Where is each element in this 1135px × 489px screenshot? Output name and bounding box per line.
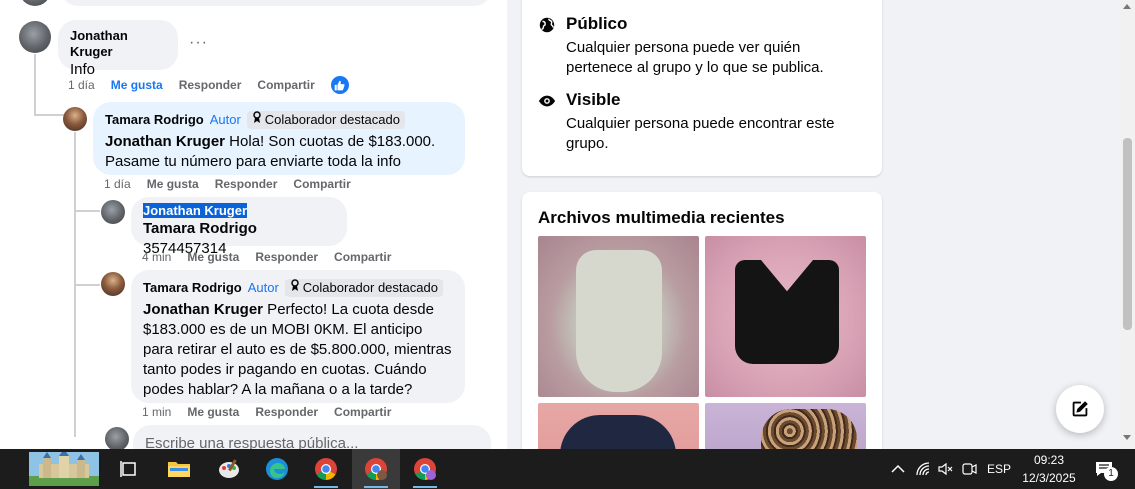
input-language[interactable]: ESP xyxy=(984,449,1014,489)
like-button[interactable]: Me gusta xyxy=(187,405,239,419)
comment-time[interactable]: 1 día xyxy=(68,78,95,92)
like-button[interactable]: Me gusta xyxy=(147,177,199,191)
award-icon xyxy=(290,279,300,297)
reply-input[interactable]: Escribe una respuesta pública... xyxy=(133,425,491,449)
reply-button[interactable]: Responder xyxy=(255,250,318,264)
avatar[interactable] xyxy=(101,272,125,296)
scroll-down-icon[interactable] xyxy=(1123,435,1131,440)
clock-time: 09:23 xyxy=(1033,453,1065,467)
media-thumbnail[interactable] xyxy=(538,236,699,397)
comment-actions: 4 min Me gusta Responder Compartir xyxy=(142,250,391,264)
thread-line-curve xyxy=(74,284,100,286)
author-tag: Autor xyxy=(247,280,279,295)
group-about-card: Público Cualquier persona puede ver quié… xyxy=(522,0,882,176)
comment-thread: Jonathan Kruger Info ··· 1 día Me gusta … xyxy=(0,0,507,449)
award-icon xyxy=(252,111,262,129)
paint-app-icon[interactable] xyxy=(205,449,253,489)
share-button[interactable]: Compartir xyxy=(293,177,350,191)
scrollbar-thumb[interactable] xyxy=(1123,138,1132,330)
meet-now-icon[interactable] xyxy=(958,449,980,489)
comment-time[interactable]: 4 min xyxy=(142,250,171,264)
avatar[interactable] xyxy=(19,21,51,53)
comment-time[interactable]: 1 min xyxy=(142,405,171,419)
thread-line xyxy=(34,54,36,116)
top-contributor-badge[interactable]: Colaborador destacado xyxy=(284,279,443,297)
thread-line-curve xyxy=(74,210,100,212)
compose-icon xyxy=(1072,401,1088,417)
chrome-profile-icon[interactable] xyxy=(352,449,400,489)
media-title: Archivos multimedia recientes xyxy=(538,208,785,227)
comment-author[interactable]: Jonathan Kruger xyxy=(143,203,335,219)
task-view-icon[interactable] xyxy=(105,449,153,489)
volume-muted-icon[interactable] xyxy=(935,449,957,489)
comment-author[interactable]: Tamara Rodrigo xyxy=(143,280,242,296)
reply-button[interactable]: Responder xyxy=(179,78,242,92)
comment-actions: 1 día Me gusta Responder Compartir xyxy=(68,76,349,94)
chrome-profile-icon[interactable] xyxy=(401,449,449,489)
like-reaction-icon[interactable] xyxy=(330,76,349,94)
edge-icon[interactable] xyxy=(253,449,301,489)
like-button[interactable]: Me gusta xyxy=(187,250,239,264)
privacy-desc: Cualquier persona puede ver quién perten… xyxy=(566,39,824,76)
visibility-title: Visible xyxy=(566,90,621,109)
show-hidden-icons-icon[interactable] xyxy=(887,449,909,489)
selected-author-text[interactable]: Jonathan Kruger xyxy=(143,203,248,218)
comment-text: Jonathan Kruger Perfecto! La cuota desde… xyxy=(143,300,453,400)
comment-bubble: Tamara Rodrigo Autor Colaborador destaca… xyxy=(93,102,465,175)
visibility-desc: Cualquier persona puede encontrar este g… xyxy=(566,115,835,152)
mention-link[interactable]: Tamara Rodrigo xyxy=(143,220,257,237)
share-button[interactable]: Compartir xyxy=(334,405,391,419)
recent-media-card: Archivos multimedia recientes xyxy=(522,192,882,472)
mention-link[interactable]: Jonathan Kruger xyxy=(143,301,263,318)
chrome-icon[interactable] xyxy=(302,449,350,489)
comment-author[interactable]: Jonathan Kruger xyxy=(70,28,166,60)
notifications-icon[interactable]: 1 xyxy=(1090,449,1118,489)
garment-shape xyxy=(576,250,662,392)
avatar[interactable] xyxy=(101,200,125,224)
eye-icon xyxy=(538,95,556,107)
share-button[interactable]: Compartir xyxy=(334,250,391,264)
comment-text: Jonathan Kruger Hola! Son cuotas de $183… xyxy=(105,132,453,172)
page-scrollbar[interactable] xyxy=(1120,0,1135,449)
comment-header: Tamara Rodrigo Autor Colaborador destaca… xyxy=(143,278,453,298)
reply-button[interactable]: Responder xyxy=(215,177,278,191)
avatar[interactable] xyxy=(63,107,87,131)
mention-link[interactable]: Jonathan Kruger xyxy=(105,133,225,150)
share-button[interactable]: Compartir xyxy=(257,78,314,92)
comment-author[interactable]: Tamara Rodrigo xyxy=(105,112,204,128)
scroll-up-icon[interactable] xyxy=(1123,4,1131,9)
start-castle-icon[interactable] xyxy=(28,449,100,489)
comment-bubble: Tamara Rodrigo Autor Colaborador destaca… xyxy=(131,270,465,403)
badge-label: Colaborador destacado xyxy=(302,280,438,295)
comment-header: Tamara Rodrigo Autor Colaborador destaca… xyxy=(105,110,453,130)
privacy-title: Público xyxy=(566,14,628,33)
notification-count: 1 xyxy=(1104,467,1118,481)
globe-icon xyxy=(539,17,555,33)
comment-bubble: Jonathan Kruger Tamara Rodrigo 357445731… xyxy=(131,197,347,257)
file-explorer-icon[interactable] xyxy=(155,449,203,489)
comment-bubble: Jonathan Kruger Info xyxy=(58,20,178,78)
thread-line-curve xyxy=(34,114,64,116)
previous-avatar[interactable] xyxy=(20,0,50,6)
wifi-icon[interactable] xyxy=(912,449,934,489)
windows-taskbar: ESP 09:23 12/3/2025 1 xyxy=(0,449,1135,489)
comment-actions: 1 min Me gusta Responder Compartir xyxy=(142,405,391,419)
badge-label: Colaborador destacado xyxy=(264,112,400,127)
garment-shape xyxy=(735,260,839,364)
comment-time[interactable]: 1 día xyxy=(104,177,131,191)
comment-actions: 1 día Me gusta Responder Compartir xyxy=(104,177,351,191)
top-contributor-badge[interactable]: Colaborador destacado xyxy=(246,111,405,129)
media-thumbnail[interactable] xyxy=(705,236,866,397)
system-clock[interactable]: 09:23 12/3/2025 xyxy=(1018,451,1080,487)
current-user-avatar[interactable] xyxy=(105,427,129,449)
reply-button[interactable]: Responder xyxy=(255,405,318,419)
previous-bubble xyxy=(60,0,492,6)
like-button[interactable]: Me gusta xyxy=(111,78,163,92)
more-options-icon[interactable]: ··· xyxy=(189,34,208,52)
author-tag: Autor xyxy=(209,112,241,127)
clock-date: 12/3/2025 xyxy=(1022,471,1076,485)
new-message-button[interactable] xyxy=(1056,385,1104,433)
